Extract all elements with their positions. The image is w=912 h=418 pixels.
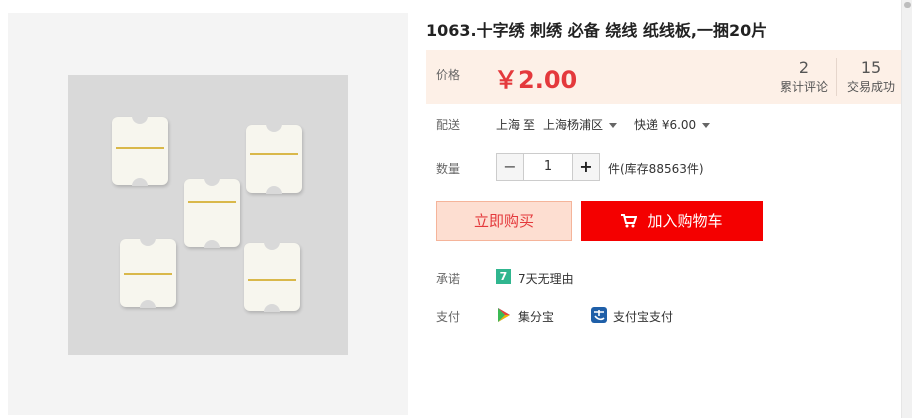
jifenbao-icon xyxy=(498,308,510,322)
reviews-label: 累计评论 xyxy=(779,80,828,94)
alipay-icon xyxy=(591,307,607,323)
cart-icon xyxy=(621,214,638,228)
ship-from: 上海 xyxy=(496,118,521,132)
destination-value: 上海杨浦区 xyxy=(543,118,604,132)
seven-day-icon: 7 xyxy=(496,269,511,284)
increase-button[interactable]: + xyxy=(572,153,600,181)
bobbin-shape xyxy=(120,238,176,308)
bobbin-shape xyxy=(244,242,300,312)
add-to-cart-button[interactable]: 加入购物车 xyxy=(581,201,763,241)
quantity-label: 数量 xyxy=(436,162,461,176)
sales-count: 15 xyxy=(860,58,882,77)
scroll-thumb[interactable] xyxy=(904,2,911,8)
vertical-scrollbar[interactable] xyxy=(901,0,912,418)
quantity-input[interactable]: 1 xyxy=(524,153,572,181)
reviews-count: 2 xyxy=(798,58,810,77)
bobbin-shape xyxy=(112,116,168,186)
decrease-button[interactable]: − xyxy=(496,153,524,181)
chevron-down-icon xyxy=(702,123,711,128)
payment-label: 支付 xyxy=(436,310,461,324)
shipping-method-select[interactable]: 快递 ¥6.00 xyxy=(634,116,711,133)
price-panel: 价格 ￥2.00 2 累计评论 15 交易成功 xyxy=(426,50,906,104)
promise-label: 承诺 xyxy=(436,272,461,286)
stat-divider xyxy=(836,58,837,96)
add-to-cart-label: 加入购物车 xyxy=(647,212,723,230)
product-title: 1063.十字绣 刺绣 必备 绕线 纸线板,一捆20片 xyxy=(426,21,768,40)
payment-method-jifenbao[interactable]: 集分宝 xyxy=(518,308,554,325)
sales-stat[interactable]: 15 交易成功 xyxy=(844,58,898,95)
shipping-label: 配送 xyxy=(436,118,461,132)
ship-to-word: 至 xyxy=(523,118,536,132)
sales-label: 交易成功 xyxy=(846,80,895,94)
price-label: 价格 xyxy=(436,68,461,82)
product-image[interactable] xyxy=(68,75,348,355)
promise-text[interactable]: 7天无理由 xyxy=(518,270,574,287)
product-gallery xyxy=(8,13,408,415)
shipping-method-value: 快递 ¥6.00 xyxy=(634,118,697,132)
buy-now-button[interactable]: 立即购买 xyxy=(436,201,572,241)
stock-info: 件(库存88563件) xyxy=(608,162,704,176)
destination-select[interactable]: 上海杨浦区 xyxy=(543,116,618,133)
price-value: ￥2.00 xyxy=(494,66,578,94)
chevron-down-icon xyxy=(609,123,618,128)
quantity-stepper: − 1 + xyxy=(496,153,600,181)
bobbin-shape xyxy=(246,124,302,194)
bobbin-shape xyxy=(184,178,240,248)
reviews-stat[interactable]: 2 累计评论 xyxy=(778,58,830,95)
payment-method-alipay[interactable]: 支付宝支付 xyxy=(613,308,673,325)
